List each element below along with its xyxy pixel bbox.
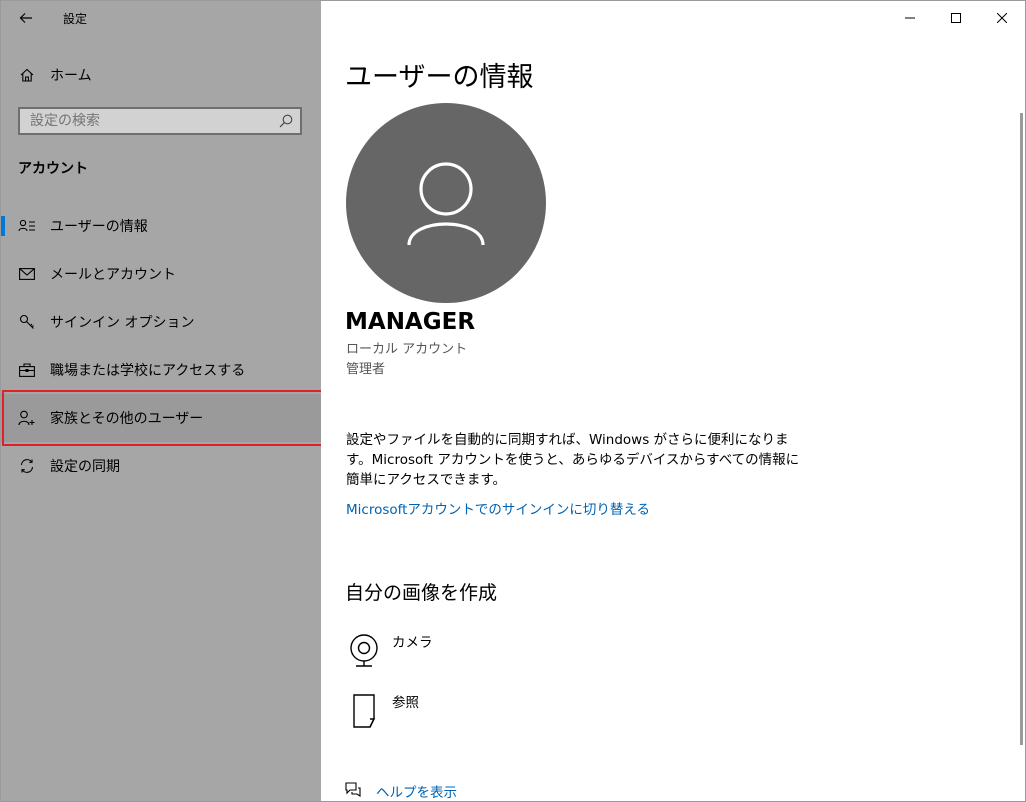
- camera-option[interactable]: カメラ: [346, 633, 433, 669]
- microsoft-account-signin-link[interactable]: Microsoftアカウントでのサインインに切り替える: [346, 498, 650, 518]
- close-button[interactable]: [979, 1, 1025, 35]
- account-type: ローカル アカウント: [346, 342, 468, 357]
- user-placeholder-icon: [407, 162, 485, 246]
- main-content: ユーザーの情報 MANAGER ローカル アカウント 管理者 設定やファイルを自…: [321, 1, 1025, 801]
- close-icon: [997, 13, 1007, 23]
- help-link[interactable]: ヘルプを表示: [376, 781, 457, 801]
- scrollbar[interactable]: [1020, 113, 1023, 745]
- help-row[interactable]: ヘルプを表示: [344, 781, 457, 801]
- camera-icon: [346, 633, 382, 669]
- app-title: 設定: [63, 12, 88, 26]
- maximize-icon: [951, 13, 961, 23]
- sidebar-item-mail-accounts[interactable]: メールとアカウント: [1, 250, 321, 298]
- home-label: ホーム: [50, 68, 92, 84]
- sidebar-item-label: 設定の同期: [50, 459, 120, 475]
- sidebar-item-label: メールとアカウント: [50, 267, 176, 283]
- add-user-icon: [18, 409, 36, 427]
- sidebar-item-sync-settings[interactable]: 設定の同期: [1, 442, 321, 490]
- browse-icon: [346, 693, 382, 729]
- section-title: アカウント: [18, 161, 88, 177]
- page-title: ユーザーの情報: [345, 62, 534, 93]
- back-arrow-icon: [19, 13, 32, 23]
- browse-option[interactable]: 参照: [346, 693, 419, 729]
- search-icon[interactable]: [278, 113, 294, 129]
- search-box[interactable]: [18, 107, 302, 135]
- sidebar-item-label: 職場または学校にアクセスする: [50, 363, 246, 379]
- picture-section-title: 自分の画像を作成: [345, 582, 498, 604]
- avatar: [346, 103, 546, 303]
- user-info-icon: [18, 217, 36, 235]
- sidebar-item-label: ユーザーの情報: [50, 219, 148, 235]
- sidebar-item-label: サインイン オプション: [50, 315, 195, 331]
- sidebar-item-family-users[interactable]: 家族とその他のユーザー: [1, 394, 321, 442]
- sidebar-item-label: 家族とその他のユーザー: [50, 411, 204, 427]
- sidebar-item-work-school[interactable]: 職場または学校にアクセスする: [1, 346, 321, 394]
- back-button[interactable]: [13, 7, 39, 29]
- window-controls: [887, 1, 1025, 35]
- maximize-button[interactable]: [933, 1, 979, 35]
- title-bar: 設定: [1, 1, 321, 35]
- key-icon: [18, 313, 36, 331]
- camera-label: カメラ: [392, 635, 433, 651]
- help-chat-icon: [344, 781, 362, 801]
- home-icon: [18, 66, 36, 84]
- minimize-button[interactable]: [887, 1, 933, 35]
- browse-label: 参照: [392, 695, 419, 711]
- minimize-icon: [905, 17, 915, 19]
- sidebar: 設定 ホーム アカウント: [1, 1, 330, 801]
- mail-icon: [18, 265, 36, 283]
- settings-window: 設定 ホーム アカウント: [0, 0, 1026, 802]
- sync-description: 設定やファイルを自動的に同期すれば、Windows がさらに便利になります。Mi…: [346, 432, 800, 488]
- sidebar-item-user-info[interactable]: ユーザーの情報: [1, 202, 321, 250]
- sidebar-item-signin-options[interactable]: サインイン オプション: [1, 298, 321, 346]
- search-input[interactable]: [20, 109, 280, 133]
- account-role: 管理者: [346, 362, 386, 377]
- sync-icon: [18, 457, 36, 475]
- user-name: MANAGER: [345, 309, 476, 335]
- briefcase-icon: [18, 361, 36, 379]
- sidebar-item-home[interactable]: ホーム: [1, 59, 321, 91]
